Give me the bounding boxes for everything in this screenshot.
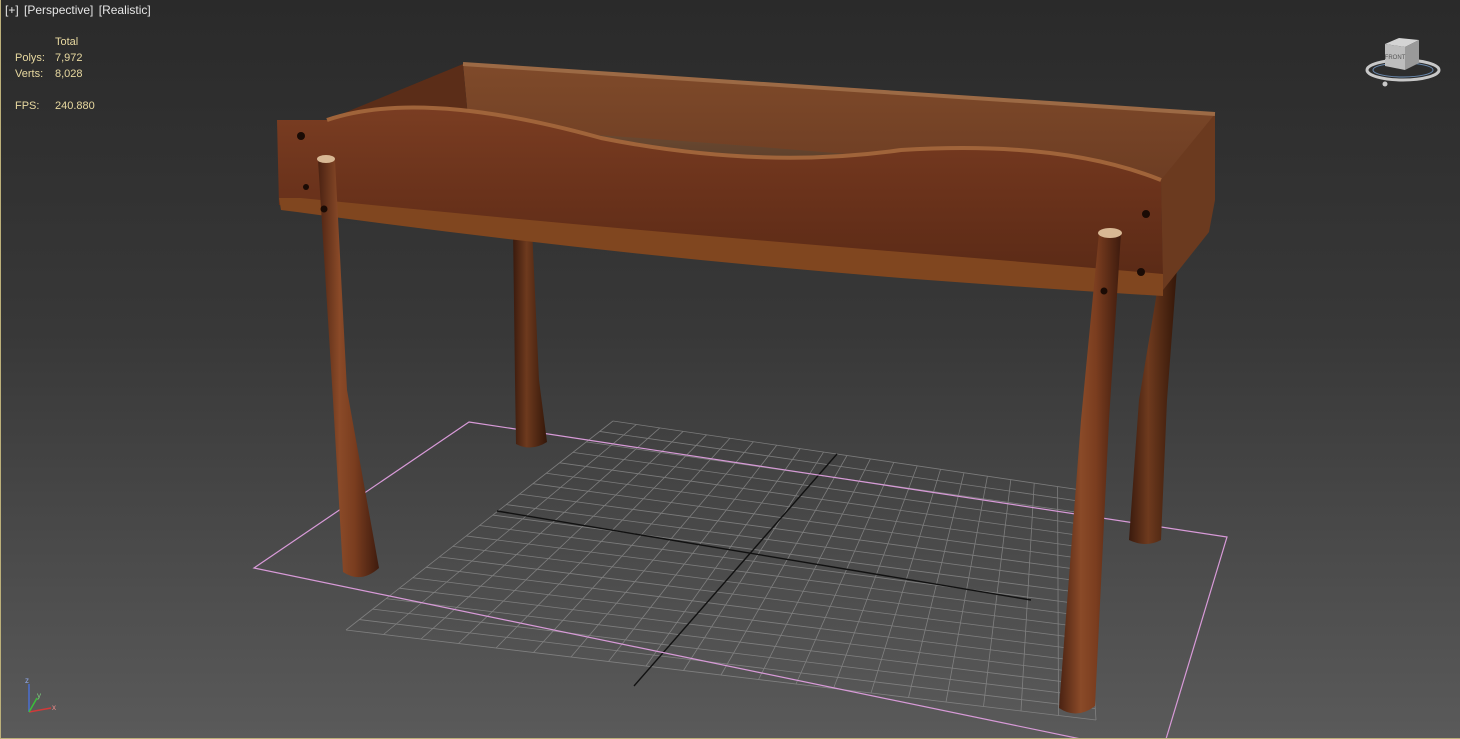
home-grid xyxy=(345,420,1097,721)
grid-line xyxy=(359,619,1096,709)
trough-body[interactable] xyxy=(277,62,1216,296)
axis-tripod: z y x xyxy=(25,676,56,713)
statistics-overlay: Total Polys: 7,972 Verts: 8,028 FPS: 240… xyxy=(15,34,135,114)
viewcube-home-icon[interactable] xyxy=(1382,81,1388,87)
polys-label: Polys: xyxy=(15,52,45,64)
viewcube[interactable]: FRONT xyxy=(1363,32,1443,92)
grid-line xyxy=(345,629,1097,721)
perspective-viewport[interactable]: [+] [Perspective] [Realistic] Total Poly… xyxy=(0,0,1460,739)
verts-label: Verts: xyxy=(15,68,44,80)
viewport-label-menu[interactable]: [+] [Perspective] [Realistic] xyxy=(5,3,153,17)
viewport-shading-menu[interactable]: [Realistic] xyxy=(99,3,151,17)
grid-line xyxy=(1020,483,1035,712)
leg-back-left xyxy=(513,228,547,448)
fps-value: 240.880 xyxy=(55,100,95,112)
fps-label: FPS: xyxy=(15,100,40,112)
viewport-point-of-view-menu[interactable]: [Perspective] xyxy=(24,3,93,17)
viewport-general-menu[interactable]: [+] xyxy=(5,3,19,17)
leg-front-left-top xyxy=(317,155,335,163)
stats-header: Total xyxy=(55,36,79,48)
leg-front-left xyxy=(318,160,379,578)
verts-value: 8,028 xyxy=(55,68,83,80)
leg-front-right xyxy=(1059,233,1121,714)
polys-value: 7,972 xyxy=(55,52,83,64)
viewcube-front-label: FRONT xyxy=(1385,55,1406,61)
axis-z-label: z xyxy=(25,676,29,685)
axis-x-label: x xyxy=(52,703,56,712)
leg-back-right xyxy=(1129,268,1177,544)
grid-line xyxy=(372,608,1095,698)
grid-axis-y xyxy=(633,453,838,687)
axis-y-label: y xyxy=(37,691,41,700)
scene-render[interactable] xyxy=(1,0,1460,739)
grid-line xyxy=(386,598,1094,686)
leg-front-right-top xyxy=(1098,228,1122,238)
